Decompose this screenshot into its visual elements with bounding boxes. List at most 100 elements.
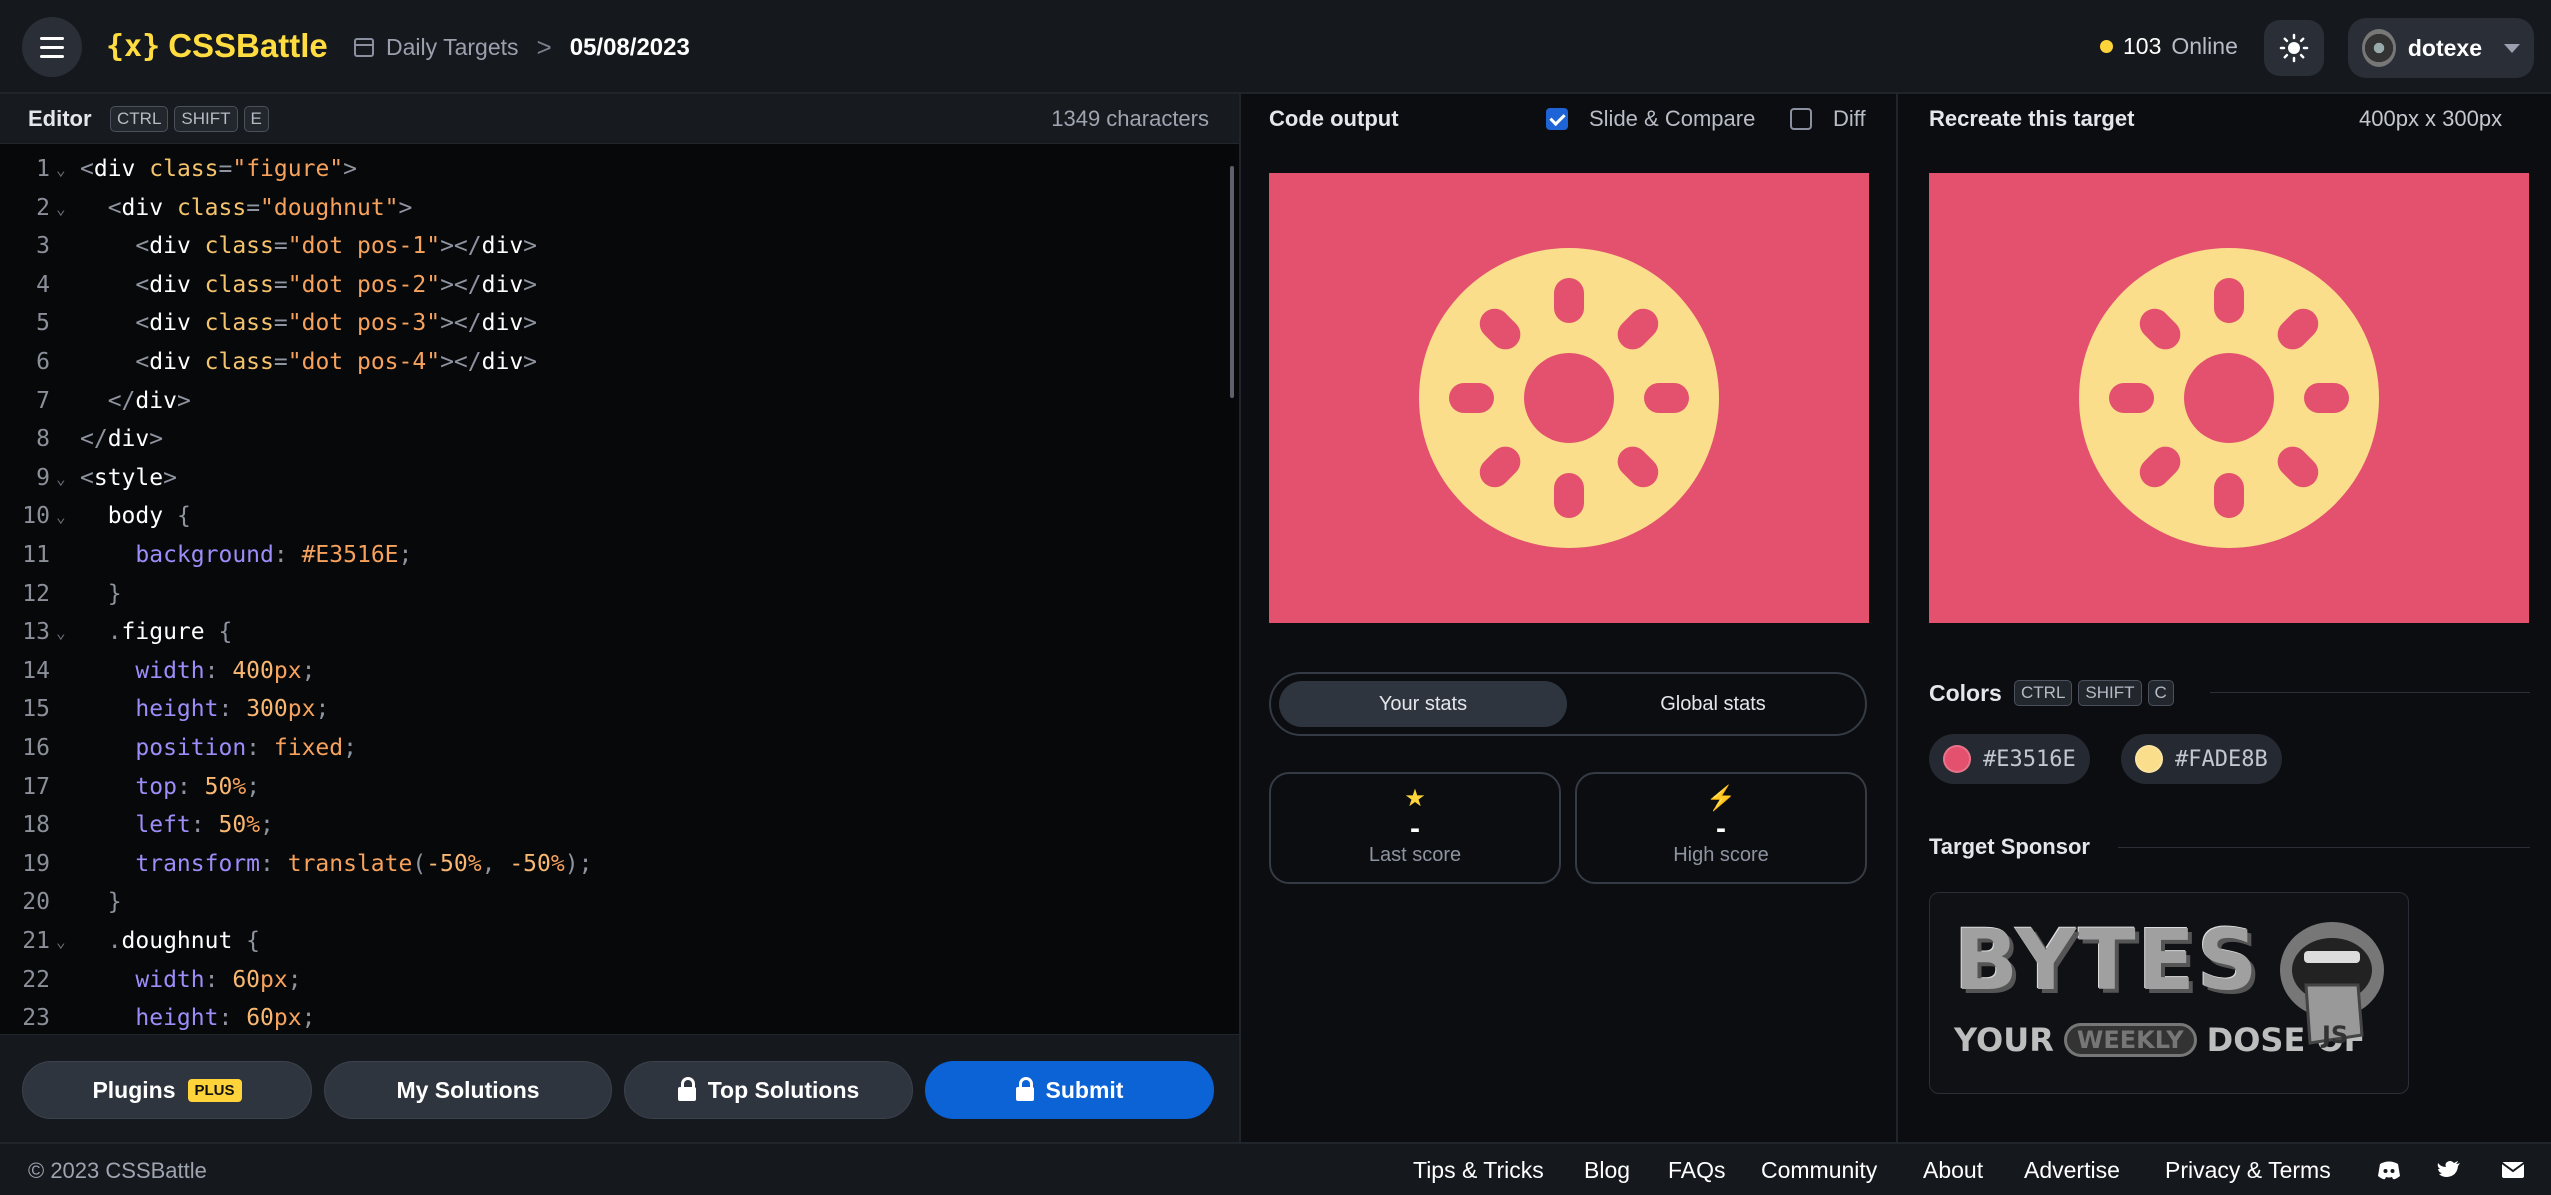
footer-link-advertise[interactable]: Advertise <box>2024 1157 2120 1184</box>
shortcut-key: C <box>2147 680 2174 706</box>
plugins-button[interactable]: Plugins PLUS <box>22 1061 312 1119</box>
code-line[interactable]: 18 left: 50%; <box>0 812 1220 850</box>
fold-chevron-icon[interactable]: ⌄ <box>56 932 66 951</box>
code-line[interactable]: 10 ⌄ body { <box>0 503 1220 541</box>
calendar-icon <box>354 38 374 57</box>
divider <box>2118 847 2530 848</box>
code-line[interactable]: 9 ⌄ <style> <box>0 465 1220 503</box>
code-line[interactable]: 21 ⌄ .doughnut { <box>0 928 1220 966</box>
code-text: <div class="figure"> <box>80 156 357 182</box>
diff-checkbox[interactable] <box>1790 108 1812 130</box>
footer-link-blog[interactable]: Blog <box>1584 1157 1630 1184</box>
shortcut-key: CTRL <box>2014 680 2073 706</box>
top-bar: {x} CSSBattle Daily Targets > 05/08/2023… <box>0 0 2551 94</box>
tab-global-stats[interactable]: Global stats <box>1569 681 1857 727</box>
divider <box>2210 692 2530 693</box>
code-line[interactable]: 23 height: 60px; <box>0 1005 1220 1034</box>
line-number: 12 <box>22 580 50 607</box>
avatar <box>2362 29 2396 67</box>
top-solutions-label: Top Solutions <box>707 1076 860 1103</box>
code-line[interactable]: 12 } <box>0 581 1220 619</box>
fold-chevron-icon[interactable]: ⌄ <box>56 623 66 642</box>
footer-link-about[interactable]: About <box>1923 1157 1983 1184</box>
code-line[interactable]: 6 <div class="dot pos-4"></div> <box>0 349 1220 387</box>
code-text: } <box>80 580 122 607</box>
code-output-preview[interactable] <box>1269 173 1869 623</box>
slide-compare-checkbox[interactable] <box>1546 108 1568 130</box>
code-text: transform: translate(-50%, -50%); <box>80 850 593 877</box>
code-line[interactable]: 20 } <box>0 889 1220 927</box>
diff-label[interactable]: Diff <box>1833 106 1866 132</box>
twitter-icon[interactable] <box>2436 1157 2462 1183</box>
line-number: 2 <box>36 194 50 221</box>
sponsor-banner[interactable]: BYTES YOUR WEEKLY DOSE OF JS <box>1929 892 2409 1094</box>
fold-chevron-icon[interactable]: ⌄ <box>56 507 66 526</box>
code-line[interactable]: 11 background: #E3516E; <box>0 542 1220 580</box>
code-line[interactable]: 2 ⌄ <div class="doughnut"> <box>0 195 1220 233</box>
footer-link-faqs[interactable]: FAQs <box>1668 1157 1726 1184</box>
fold-chevron-icon[interactable]: ⌄ <box>56 469 66 488</box>
colors-shortcut: CTRL SHIFT C <box>2014 680 2174 706</box>
fold-chevron-icon[interactable]: ⌄ <box>56 160 66 179</box>
code-line[interactable]: 13 ⌄ .figure { <box>0 619 1220 657</box>
line-number: 22 <box>22 966 50 993</box>
line-number: 9 <box>36 464 50 491</box>
code-line[interactable]: 8 </div> <box>0 426 1220 464</box>
code-line[interactable]: 19 transform: translate(-50%, -50%); <box>0 851 1220 889</box>
code-line[interactable]: 1 ⌄ <div class="figure"> <box>0 156 1220 194</box>
line-number: 1 <box>36 156 50 182</box>
lock-icon <box>677 1077 696 1101</box>
code-line[interactable]: 15 height: 300px; <box>0 696 1220 734</box>
tab-your-stats[interactable]: Your stats <box>1279 681 1567 727</box>
code-line[interactable]: 17 top: 50%; <box>0 774 1220 812</box>
menu-button[interactable] <box>22 17 82 77</box>
my-solutions-button[interactable]: My Solutions <box>324 1061 612 1119</box>
fold-chevron-icon[interactable]: ⌄ <box>56 199 66 218</box>
sun-icon <box>2279 33 2309 63</box>
code-text: .doughnut { <box>80 928 261 954</box>
colors-title: Colors <box>1929 680 2002 706</box>
code-text: <style> <box>80 464 177 491</box>
line-number: 16 <box>22 735 50 761</box>
code-line[interactable]: 22 width: 60px; <box>0 967 1220 1005</box>
code-text: </div> <box>80 387 191 414</box>
line-number: 21 <box>22 928 50 954</box>
breadcrumb-daily-targets[interactable]: Daily Targets <box>386 34 519 61</box>
code-line[interactable]: 16 position: fixed; <box>0 735 1220 773</box>
discord-icon[interactable] <box>2376 1157 2402 1183</box>
footer-link-tips[interactable]: Tips & Tricks <box>1413 1157 1544 1184</box>
doughnut-graphic <box>1419 248 1719 548</box>
line-number: 11 <box>22 542 50 568</box>
line-number: 10 <box>22 503 50 530</box>
mail-icon[interactable] <box>2500 1157 2526 1183</box>
footer-link-privacy[interactable]: Privacy & Terms <box>2165 1157 2331 1184</box>
code-editor[interactable]: 1 ⌄ <div class="figure"> 2 ⌄ <div class="dou… <box>0 144 1239 1034</box>
logo[interactable]: {x} CSSBattle <box>106 27 328 65</box>
line-number: 13 <box>22 619 50 646</box>
code-text: position: fixed; <box>80 735 357 761</box>
color-swatch[interactable]: #E3516E <box>1929 734 2090 784</box>
code-text: <div class="dot pos-1"></div> <box>80 233 538 260</box>
code-line[interactable]: 4 <div class="dot pos-2"></div> <box>0 272 1220 310</box>
footer: © 2023 CSSBattle Tips & Tricks Blog FAQs… <box>0 1142 2551 1195</box>
line-number: 8 <box>36 426 50 453</box>
last-score-label: Last score <box>1368 844 1462 866</box>
color-dot-icon <box>2135 745 2163 773</box>
code-text: width: 60px; <box>80 966 302 993</box>
code-text: top: 50%; <box>80 773 261 800</box>
footer-link-community[interactable]: Community <box>1761 1157 1877 1184</box>
code-line[interactable]: 7 </div> <box>0 388 1220 426</box>
submit-button[interactable]: Submit <box>925 1061 1214 1119</box>
code-line[interactable]: 3 <div class="dot pos-1"></div> <box>0 233 1220 271</box>
high-score-card: ⚡ - High score <box>1575 772 1867 884</box>
top-solutions-button[interactable]: Top Solutions <box>624 1061 913 1119</box>
user-menu-button[interactable]: dotexe <box>2348 18 2534 78</box>
code-text: <div class="dot pos-4"></div> <box>80 349 538 375</box>
code-text: </div> <box>80 426 164 453</box>
editor-scrollbar[interactable] <box>1230 166 1234 398</box>
theme-toggle-button[interactable] <box>2264 20 2324 76</box>
color-swatch[interactable]: #FADE8B <box>2121 734 2282 784</box>
code-line[interactable]: 5 <div class="dot pos-3"></div> <box>0 310 1220 348</box>
slide-compare-label[interactable]: Slide & Compare <box>1589 106 1755 132</box>
code-line[interactable]: 14 width: 400px; <box>0 658 1220 696</box>
